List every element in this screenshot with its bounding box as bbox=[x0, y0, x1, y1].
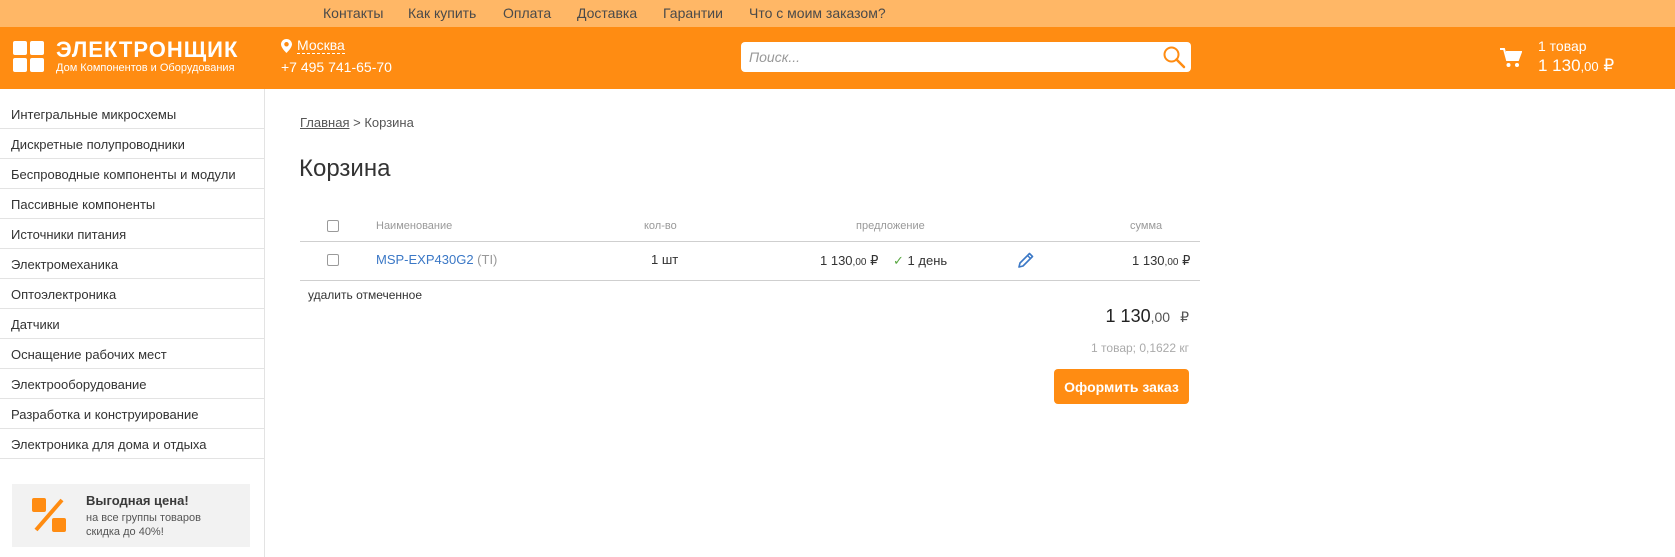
nav-link-warranty[interactable]: Гарантии bbox=[663, 5, 723, 21]
currency-symbol: ₽ bbox=[870, 253, 879, 268]
currency-symbol: ₽ bbox=[1180, 309, 1189, 325]
checkout-button[interactable]: Оформить заказ bbox=[1054, 369, 1189, 404]
row-sum-integer: 1 130 bbox=[1132, 253, 1165, 268]
delivery-time-text: 1 день bbox=[907, 253, 948, 268]
grand-total-integer: 1 130 bbox=[1105, 306, 1151, 326]
sidebar-item-passive-components[interactable]: Пассивные компоненты bbox=[0, 189, 265, 219]
column-header-qty: кол-во bbox=[644, 220, 677, 232]
nav-link-delivery[interactable]: Доставка bbox=[577, 5, 637, 21]
offer-price-integer: 1 130 bbox=[820, 253, 853, 268]
sidebar-item-integrated-circuits[interactable]: Интегральные микросхемы bbox=[0, 99, 265, 129]
offer-price-decimals: ,00 bbox=[852, 257, 867, 268]
product-cell: MSP-EXP430G2 (TI) bbox=[376, 252, 497, 267]
quantity-value[interactable]: 1 шт bbox=[651, 252, 678, 267]
top-nav-bar: Контакты Как купить Оплата Доставка Гара… bbox=[0, 0, 1675, 27]
pencil-icon[interactable] bbox=[1018, 252, 1034, 268]
sidebar-item-power-supplies[interactable]: Источники питания bbox=[0, 219, 265, 249]
nav-link-payment[interactable]: Оплата bbox=[503, 5, 551, 21]
search-icon[interactable] bbox=[1162, 45, 1186, 69]
promo-banner[interactable]: Выгодная цена! на все группы товаров ски… bbox=[12, 484, 250, 547]
row-checkbox[interactable] bbox=[327, 254, 339, 266]
column-header-sum: сумма bbox=[1130, 220, 1163, 232]
promo-text-line1: на все группы товаров bbox=[86, 512, 201, 524]
percent-icon bbox=[32, 498, 66, 532]
row-sum: 1 130,00 ₽ bbox=[1132, 253, 1190, 269]
category-sidebar: Интегральные микросхемы Дискретные полуп… bbox=[0, 89, 265, 557]
logo-subtitle: Дом Компонентов и Оборудования bbox=[56, 62, 235, 74]
breadcrumb-home-link[interactable]: Главная bbox=[300, 115, 349, 130]
select-all-checkbox[interactable] bbox=[327, 220, 339, 232]
nav-link-how-to-buy[interactable]: Как купить bbox=[408, 5, 476, 21]
breadcrumb-separator: > bbox=[353, 115, 361, 130]
currency-symbol: ₽ bbox=[1182, 253, 1191, 268]
column-header-name: Наименование bbox=[376, 220, 453, 232]
offer-price: 1 130,00 ₽ bbox=[820, 253, 878, 269]
cart-summary: 1 товар; 0,1622 кг bbox=[1091, 341, 1189, 355]
breadcrumb: Главная > Корзина bbox=[300, 115, 414, 130]
table-row-divider bbox=[300, 280, 1200, 281]
search-input[interactable] bbox=[741, 42, 1191, 72]
page-title: Корзина bbox=[299, 155, 391, 182]
site-header: ЭЛЕКТРОНЩИК Дом Компонентов и Оборудован… bbox=[0, 27, 1675, 89]
logo-icon[interactable] bbox=[13, 41, 45, 73]
sidebar-item-wireless-components[interactable]: Беспроводные компоненты и модули bbox=[0, 159, 265, 189]
promo-text-line2: скидка до 40%! bbox=[86, 526, 164, 538]
delivery-time: ✓ 1 день bbox=[893, 253, 947, 269]
city-selector[interactable]: Москва bbox=[297, 38, 345, 54]
sidebar-item-home-electronics[interactable]: Электроника для дома и отдыха bbox=[0, 429, 265, 459]
location-pin-icon bbox=[281, 39, 292, 53]
cart-grand-total: 1 130,00 ₽ bbox=[1070, 306, 1189, 327]
cart-total-integer: 1 130 bbox=[1538, 56, 1581, 75]
sidebar-item-electrical-equipment[interactable]: Электрооборудование bbox=[0, 369, 265, 399]
cart-total-decimals: ,00 bbox=[1580, 59, 1599, 74]
sidebar-item-workplace-equipment[interactable]: Оснащение рабочих мест bbox=[0, 339, 265, 369]
breadcrumb-current: Корзина bbox=[364, 115, 414, 130]
sidebar-item-sensors[interactable]: Датчики bbox=[0, 309, 265, 339]
promo-title: Выгодная цена! bbox=[86, 493, 189, 508]
sidebar-item-optoelectronics[interactable]: Оптоэлектроника bbox=[0, 279, 265, 309]
sidebar-item-discrete-semiconductors[interactable]: Дискретные полупроводники bbox=[0, 129, 265, 159]
grand-total-decimals: ,00 bbox=[1150, 309, 1171, 325]
column-header-offer: предложение bbox=[856, 220, 925, 232]
delete-selected-link[interactable]: удалить отмеченное bbox=[308, 288, 422, 302]
currency-symbol: ₽ bbox=[1603, 56, 1615, 75]
row-sum-decimals: ,00 bbox=[1164, 257, 1179, 268]
sidebar-item-development[interactable]: Разработка и конструирование bbox=[0, 399, 265, 429]
nav-link-contacts[interactable]: Контакты bbox=[323, 5, 383, 21]
product-manufacturer: (TI) bbox=[477, 252, 498, 267]
cart-item-count[interactable]: 1 товар bbox=[1538, 38, 1587, 54]
sidebar-item-electromechanics[interactable]: Электромеханика bbox=[0, 249, 265, 279]
table-header-divider bbox=[300, 241, 1200, 242]
product-link[interactable]: MSP-EXP430G2 bbox=[376, 252, 474, 267]
phone-number: +7 495 741-65-70 bbox=[281, 59, 392, 75]
cart-icon[interactable] bbox=[1500, 48, 1522, 68]
nav-link-order-status[interactable]: Что с моим заказом? bbox=[749, 5, 886, 21]
checkmark-icon: ✓ bbox=[893, 253, 904, 268]
cart-total[interactable]: 1 130,00 ₽ bbox=[1538, 56, 1614, 76]
logo-title[interactable]: ЭЛЕКТРОНЩИК bbox=[56, 37, 238, 63]
